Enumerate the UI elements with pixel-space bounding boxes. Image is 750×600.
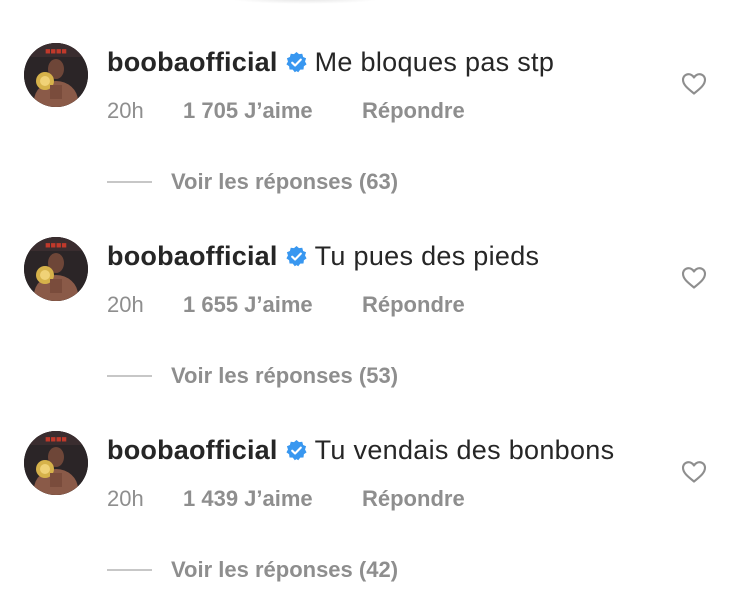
likes-count-button[interactable]: 1 439 J’aime xyxy=(183,486,362,512)
comment-text: Tu pues des pieds xyxy=(314,240,540,271)
heart-outline-icon[interactable] xyxy=(681,72,707,96)
comment-text: Me bloques pas stp xyxy=(314,46,555,77)
avatar[interactable]: ■■■■ xyxy=(24,237,88,301)
comment-time[interactable]: 20h xyxy=(107,98,183,124)
comment-meta: 20h 1 655 J’aime Répondre xyxy=(107,290,465,320)
reply-button[interactable]: Répondre xyxy=(362,292,465,318)
comment-line: boobaofficial Tu vendais des bonbons xyxy=(107,432,614,468)
replies-divider xyxy=(107,569,152,571)
comment-meta: 20h 1 705 J’aime Répondre xyxy=(107,96,465,126)
svg-text:■■■■: ■■■■ xyxy=(45,46,67,56)
username-link[interactable]: boobaofficial xyxy=(107,241,278,272)
verified-badge-icon xyxy=(285,245,308,268)
comment-time[interactable]: 20h xyxy=(107,486,183,512)
likes-count-button[interactable]: 1 705 J’aime xyxy=(183,98,362,124)
avatar-image: ■■■■ xyxy=(24,237,88,301)
comment-line: boobaofficial Me bloques pas stp xyxy=(107,44,554,80)
verified-badge-icon xyxy=(285,51,308,74)
comment-item: ■■■■ boobaofficial Tu pues des pieds 20h… xyxy=(0,194,750,388)
comment-meta: 20h 1 439 J’aime Répondre xyxy=(107,484,465,514)
reply-button[interactable]: Répondre xyxy=(362,98,465,124)
avatar[interactable]: ■■■■ xyxy=(24,43,88,107)
replies-divider xyxy=(107,181,152,183)
replies-divider xyxy=(107,375,152,377)
comment-item: ■■■■ boobaofficial Tu vendais des bonbon… xyxy=(0,388,750,582)
comment-time[interactable]: 20h xyxy=(107,292,183,318)
comment-text: Tu vendais des bonbons xyxy=(314,434,615,465)
view-replies-label: Voir les réponses (53) xyxy=(171,363,399,388)
avatar-image: ■■■■ xyxy=(24,43,88,107)
view-replies-label: Voir les réponses (42) xyxy=(171,557,399,582)
username-link[interactable]: boobaofficial xyxy=(107,435,278,466)
view-replies-button[interactable]: Voir les réponses (42) xyxy=(107,555,398,585)
heart-outline-icon[interactable] xyxy=(681,266,707,290)
likes-count-button[interactable]: 1 655 J’aime xyxy=(183,292,362,318)
comment-item: ■■■■ boobaofficial Me bloques pas stp 20… xyxy=(0,0,750,194)
view-replies-label: Voir les réponses (63) xyxy=(171,169,399,194)
verified-badge-icon xyxy=(285,439,308,462)
username-link[interactable]: boobaofficial xyxy=(107,47,278,78)
reply-button[interactable]: Répondre xyxy=(362,486,465,512)
svg-text:■■■■: ■■■■ xyxy=(45,240,67,250)
view-replies-button[interactable]: Voir les réponses (53) xyxy=(107,361,398,391)
svg-text:■■■■: ■■■■ xyxy=(45,434,67,444)
heart-outline-icon[interactable] xyxy=(681,460,707,484)
avatar[interactable]: ■■■■ xyxy=(24,431,88,495)
comment-line: boobaofficial Tu pues des pieds xyxy=(107,238,539,274)
view-replies-button[interactable]: Voir les réponses (63) xyxy=(107,167,398,197)
avatar-image: ■■■■ xyxy=(24,431,88,495)
